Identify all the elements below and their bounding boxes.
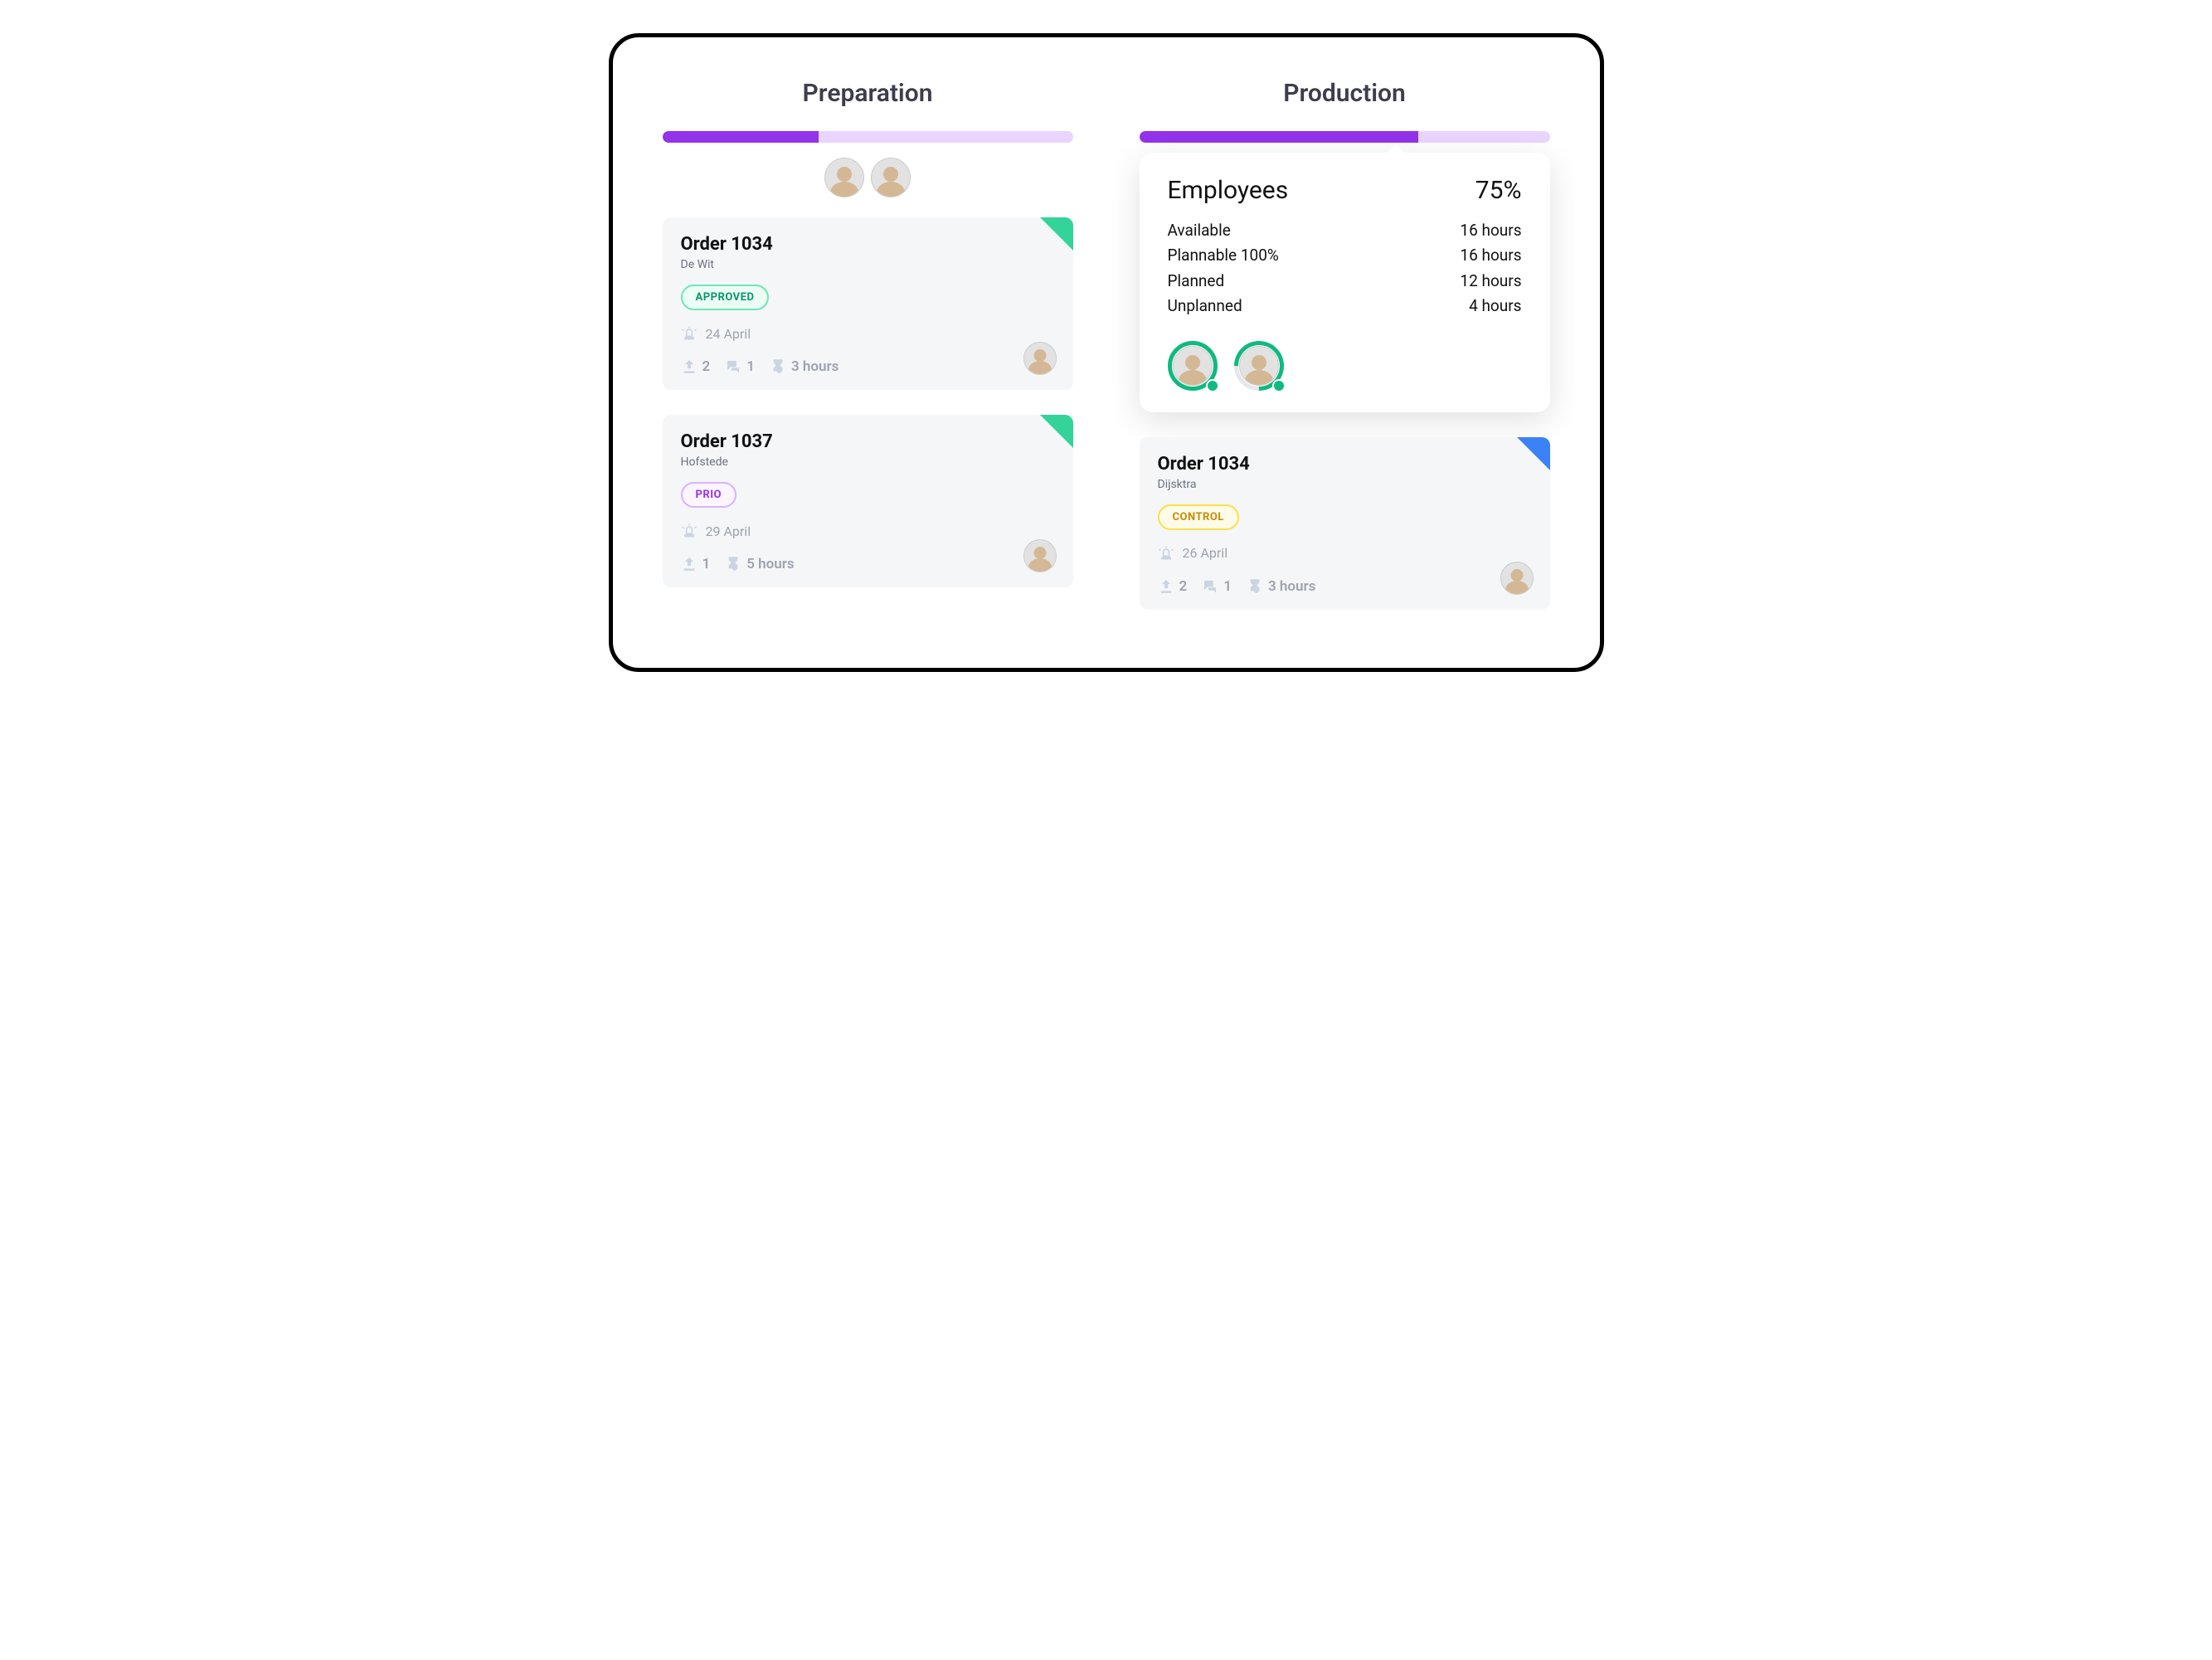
popover-row: Planned 12 hours: [1168, 269, 1522, 294]
popover-percent: 75%: [1475, 176, 1522, 205]
board-frame: Preparation Order 1034 De Wit APPROVED 2…: [609, 33, 1604, 672]
meta-duration: 5 hours: [725, 556, 794, 572]
status-tag: APPROVED: [681, 285, 770, 310]
status-tag: CONTROL: [1158, 504, 1239, 530]
order-customer: De Wit: [681, 258, 1055, 271]
upload-icon: [681, 358, 698, 375]
assignee-avatar[interactable]: [1023, 539, 1057, 572]
board-columns: Preparation Order 1034 De Wit APPROVED 2…: [663, 79, 1550, 635]
column-title: Preparation: [663, 79, 1073, 108]
progress-fill: [1140, 131, 1419, 143]
comments-icon: [725, 358, 741, 375]
popover-row: Unplanned 4 hours: [1168, 294, 1522, 319]
order-title: Order 1037: [681, 431, 1055, 452]
avatar[interactable]: [871, 158, 911, 197]
order-customer: Dijsktra: [1158, 478, 1532, 491]
hourglass-icon: [770, 358, 786, 375]
upload-icon: [681, 556, 698, 572]
corner-flag-icon: [1040, 217, 1073, 251]
comments-icon: [1202, 578, 1218, 595]
date-text: 24 April: [706, 326, 751, 342]
hourglass-icon: [725, 556, 741, 572]
popover-title: Employees: [1168, 176, 1289, 205]
corner-flag-icon: [1517, 437, 1550, 470]
popover-avatars: [1168, 341, 1522, 391]
card-date: 26 April: [1158, 545, 1532, 562]
employee-avatar-ring[interactable]: [1234, 341, 1284, 391]
column-avatars: [663, 158, 1073, 197]
date-text: 29 April: [706, 523, 751, 539]
card-date: 24 April: [681, 325, 1055, 342]
card-meta: 1 5 hours: [681, 556, 1055, 572]
card-date: 29 April: [681, 523, 1055, 539]
employee-avatar-ring[interactable]: [1168, 341, 1218, 391]
hourglass-icon: [1247, 578, 1263, 595]
order-title: Order 1034: [1158, 454, 1532, 475]
order-card[interactable]: Order 1034 Dijsktra CONTROL 26 April 2 1: [1140, 437, 1550, 610]
card-meta: 2 1 3 hours: [681, 358, 1055, 375]
date-text: 26 April: [1183, 545, 1228, 561]
assignee-avatar[interactable]: [1500, 562, 1534, 595]
meta-comments: 1: [1202, 578, 1232, 595]
order-customer: Hofstede: [681, 455, 1055, 469]
employees-popover: Employees 75% Available 16 hours Plannab…: [1140, 153, 1550, 412]
status-dot-icon: [1272, 379, 1286, 392]
assignee-avatar[interactable]: [1023, 342, 1057, 375]
meta-duration: 3 hours: [770, 358, 839, 375]
meta-uploads: 1: [681, 556, 711, 572]
meta-uploads: 2: [681, 358, 711, 375]
status-dot-icon: [1206, 379, 1219, 392]
siren-icon: [1158, 545, 1174, 562]
meta-comments: 1: [725, 358, 755, 375]
progress-bar[interactable]: [1140, 131, 1550, 143]
meta-uploads: 2: [1158, 578, 1188, 595]
popover-row: Available 16 hours: [1168, 218, 1522, 243]
status-tag: PRIO: [681, 482, 737, 508]
progress-fill: [663, 131, 819, 143]
order-card[interactable]: Order 1034 De Wit APPROVED 24 April 2 1: [663, 217, 1073, 390]
avatar[interactable]: [824, 158, 864, 197]
order-card[interactable]: Order 1037 Hofstede PRIO 29 April 1 5 ho…: [663, 415, 1073, 587]
meta-duration: 3 hours: [1247, 578, 1315, 595]
progress-bar[interactable]: [663, 131, 1073, 143]
upload-icon: [1158, 578, 1174, 595]
card-meta: 2 1 3 hours: [1158, 578, 1532, 595]
popover-row: Plannable 100% 16 hours: [1168, 243, 1522, 268]
corner-flag-icon: [1040, 415, 1073, 448]
order-title: Order 1034: [681, 234, 1055, 255]
column-title: Production: [1140, 79, 1550, 108]
column-preparation: Preparation Order 1034 De Wit APPROVED 2…: [663, 79, 1073, 635]
siren-icon: [681, 325, 698, 342]
column-production: Production Employees 75% Available 16 ho…: [1140, 79, 1550, 635]
siren-icon: [681, 523, 698, 539]
